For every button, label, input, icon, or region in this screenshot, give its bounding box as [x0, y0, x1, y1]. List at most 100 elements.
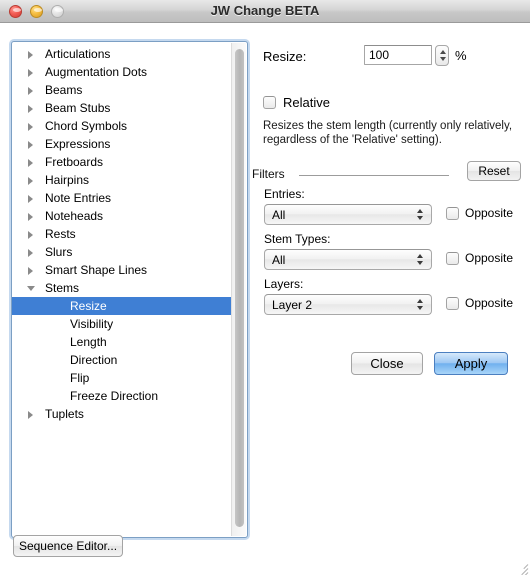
chevron-right-icon[interactable]	[28, 177, 33, 185]
tree-item[interactable]: Beams	[12, 81, 231, 99]
layers-label: Layers:	[264, 277, 304, 291]
tree-item[interactable]: Length	[12, 333, 231, 351]
tree-item[interactable]: Freeze Direction	[12, 387, 231, 405]
layers-value: Layer 2	[272, 298, 313, 312]
entries-value: All	[272, 208, 286, 222]
category-tree-list: Articulations Augmentation Dots Beams Beam …	[12, 45, 231, 423]
chevron-updown-icon	[416, 250, 425, 269]
title-bar: JW Change BETA	[0, 0, 530, 23]
tree-item[interactable]: Expressions	[12, 135, 231, 153]
tree-item[interactable]: Flip	[12, 369, 231, 387]
chevron-right-icon[interactable]	[28, 105, 33, 113]
tree-item[interactable]: Fretboards	[12, 153, 231, 171]
chevron-right-icon[interactable]	[28, 87, 33, 95]
tree-item[interactable]: Stems	[12, 279, 231, 297]
tree-item-label: Smart Shape Lines	[45, 263, 148, 277]
tree-item[interactable]: Noteheads	[12, 207, 231, 225]
tree-item-label: Flip	[70, 371, 90, 385]
stepper-up-icon[interactable]	[440, 50, 446, 54]
chevron-right-icon[interactable]	[28, 411, 33, 419]
chevron-right-icon[interactable]	[28, 267, 33, 275]
window-content: Articulations Augmentation Dots Beams Beam …	[0, 23, 530, 575]
tree-item-label: Tuplets	[45, 407, 84, 421]
tree-item-label: Direction	[70, 353, 118, 367]
tree-item[interactable]: Direction	[12, 351, 231, 369]
application-window: JW Change BETA Articulations Augmentation…	[0, 0, 530, 575]
chevron-right-icon[interactable]	[28, 213, 33, 221]
entries-opposite-label: Opposite	[465, 206, 514, 220]
window-resize-grip[interactable]	[514, 559, 529, 575]
tree-item-label: Freeze Direction	[70, 389, 159, 403]
tree-item-label: Resize	[70, 299, 107, 313]
chevron-right-icon[interactable]	[28, 195, 33, 203]
tree-item-label: Stems	[45, 281, 80, 295]
close-button[interactable]: Close	[351, 352, 423, 375]
tree-item[interactable]: Beam Stubs	[12, 99, 231, 117]
entries-label: Entries:	[264, 187, 305, 201]
layers-opposite-label: Opposite	[465, 296, 514, 310]
tree-item-label: Expressions	[45, 137, 111, 151]
tree-scrollbar-thumb[interactable]	[235, 49, 244, 527]
chevron-down-icon[interactable]	[27, 286, 35, 291]
tree-item[interactable]: Slurs	[12, 243, 231, 261]
chevron-updown-icon	[416, 205, 425, 224]
tree-item-label: Beam Stubs	[45, 101, 111, 115]
description-text: Resizes the stem length (currently only …	[263, 120, 513, 146]
tree-item[interactable]: Rests	[12, 225, 231, 243]
reset-button[interactable]: Reset	[467, 161, 521, 181]
resize-stepper[interactable]	[435, 45, 449, 66]
category-tree-panel[interactable]: Articulations Augmentation Dots Beams Beam …	[11, 41, 248, 538]
apply-button[interactable]: Apply	[434, 352, 508, 375]
chevron-right-icon[interactable]	[28, 69, 33, 77]
chevron-right-icon[interactable]	[28, 141, 33, 149]
chevron-right-icon[interactable]	[28, 123, 33, 131]
relative-checkbox[interactable]	[263, 96, 276, 109]
chevron-right-icon[interactable]	[28, 51, 33, 59]
resize-input[interactable]	[364, 45, 432, 65]
tree-item-label: Noteheads	[45, 209, 104, 223]
tree-item-label: Articulations	[45, 47, 111, 61]
tree-item-label: Rests	[45, 227, 76, 241]
stem-types-label: Stem Types:	[264, 232, 331, 246]
sequence-editor-button[interactable]: Sequence Editor...	[13, 535, 123, 557]
tree-item[interactable]: Augmentation Dots	[12, 63, 231, 81]
tree-item[interactable]: Note Entries	[12, 189, 231, 207]
tree-item-label: Augmentation Dots	[45, 65, 148, 79]
entries-dropdown[interactable]: All	[264, 204, 432, 225]
chevron-right-icon[interactable]	[28, 159, 33, 167]
tree-item-label: Fretboards	[45, 155, 104, 169]
tree-item[interactable]: Articulations	[12, 45, 231, 63]
tree-item[interactable]: Chord Symbols	[12, 117, 231, 135]
tree-item-label: Hairpins	[45, 173, 90, 187]
tree-item[interactable]: Tuplets	[12, 405, 231, 423]
tree-item-label: Visibility	[70, 317, 114, 331]
stepper-down-icon[interactable]	[440, 57, 446, 61]
resize-field-row: Resize: %	[263, 45, 523, 69]
stem-types-value: All	[272, 253, 286, 267]
resize-label: Resize:	[263, 49, 307, 64]
tree-item[interactable]: Resize	[12, 297, 231, 315]
tree-item[interactable]: Visibility	[12, 315, 231, 333]
filters-separator	[299, 175, 449, 176]
stem-types-opposite-checkbox[interactable]	[446, 252, 459, 265]
filters-group-title: Filters	[252, 167, 285, 181]
chevron-updown-icon	[416, 295, 425, 314]
options-pane: Resize: % Relative Resizes the stem leng…	[252, 33, 526, 393]
filters-group: Filters Reset Entries: All Opposite Stem…	[252, 161, 526, 315]
relative-label: Relative	[283, 95, 330, 110]
stem-types-opposite-label: Opposite	[465, 251, 514, 265]
layers-dropdown[interactable]: Layer 2	[264, 294, 432, 315]
tree-item-label: Slurs	[45, 245, 73, 259]
percent-label: %	[455, 48, 467, 63]
tree-item-label: Chord Symbols	[45, 119, 128, 133]
chevron-right-icon[interactable]	[28, 249, 33, 257]
layers-opposite-checkbox[interactable]	[446, 297, 459, 310]
tree-item[interactable]: Hairpins	[12, 171, 231, 189]
stem-types-dropdown[interactable]: All	[264, 249, 432, 270]
entries-opposite-checkbox[interactable]	[446, 207, 459, 220]
tree-item-label: Note Entries	[45, 191, 112, 205]
tree-scrollbar[interactable]	[231, 43, 246, 536]
tree-item-label: Beams	[45, 83, 83, 97]
chevron-right-icon[interactable]	[28, 231, 33, 239]
tree-item[interactable]: Smart Shape Lines	[12, 261, 231, 279]
